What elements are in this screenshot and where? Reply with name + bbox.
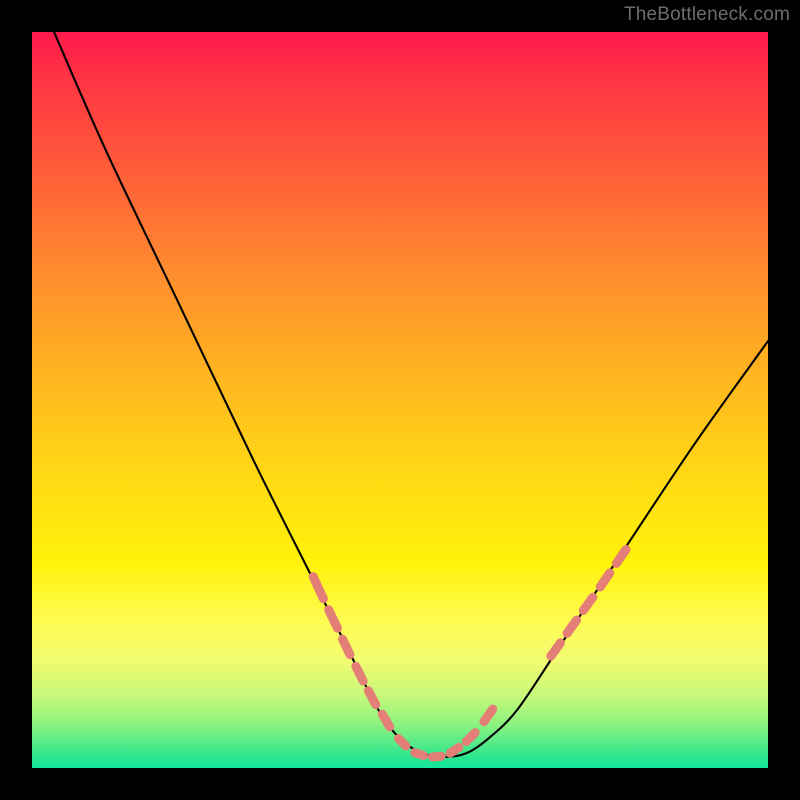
watermark-text: TheBottleneck.com (624, 4, 790, 26)
overlay-dash (600, 573, 610, 587)
overlay-dash (329, 610, 338, 628)
chart-frame: TheBottleneck.com (0, 0, 800, 800)
overlay-dash (583, 597, 593, 610)
overlay-dash (484, 709, 493, 722)
overlay-dash (466, 733, 475, 742)
overlay-dash (313, 577, 323, 599)
overlay-dash (415, 753, 424, 756)
overlay-dash (450, 747, 459, 753)
plot-area (32, 32, 768, 768)
overlay-dash (382, 714, 389, 727)
chart-svg (32, 32, 768, 768)
overlay-dash (368, 691, 375, 705)
overlay-dash (432, 756, 441, 757)
overlay-dash (616, 549, 626, 563)
overlay-dash (399, 739, 406, 746)
overlay-dash (567, 620, 577, 633)
overlay-dash (551, 643, 561, 656)
overlay-dash (356, 666, 363, 681)
overlay-dash (343, 639, 350, 654)
bottleneck-curve (54, 32, 768, 757)
